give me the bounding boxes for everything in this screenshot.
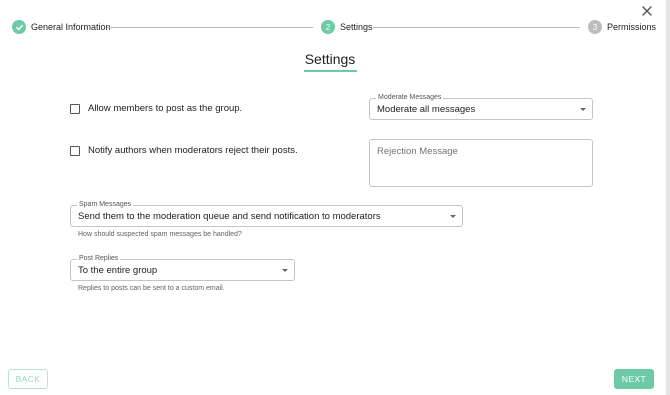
step-general-information[interactable]: General Information [12,20,111,34]
post-replies-select[interactable]: Post Replies To the entire group [70,255,295,281]
dropdown-arrow-icon [450,215,456,218]
rejection-message-placeholder: Rejection Message [377,146,458,157]
step-settings[interactable]: 2 Settings [321,20,373,34]
dropdown-arrow-icon [580,108,586,111]
step-number-badge: 2 [321,20,335,34]
notify-authors-label: Notify authors when moderators reject th… [88,145,298,156]
step-completed-circle [12,20,26,34]
notify-authors-checkbox[interactable] [70,145,80,156]
step-permissions[interactable]: 3 Permissions [588,20,656,34]
back-button[interactable]: BACK [8,369,48,389]
step-label: General Information [31,22,111,32]
moderate-messages-label: Moderate Messages [376,94,444,102]
stepper: General Information 2 Settings 3 Permiss… [0,0,660,54]
spam-messages-helper: How should suspected spam messages be ha… [78,231,242,238]
step-connector [107,27,313,28]
title-underline [304,70,357,72]
post-replies-value: To the entire group [78,265,158,276]
spam-messages-value: Send them to the moderation queue and se… [78,211,381,222]
step-connector [373,27,580,28]
step-number-badge: 3 [588,20,602,34]
check-icon [15,24,23,30]
post-replies-label: Post Replies [77,255,121,263]
moderate-messages-select[interactable]: Moderate Messages Moderate all messages [369,94,593,120]
moderate-messages-value: Moderate all messages [377,104,476,115]
page-title: Settings [304,51,356,67]
post-replies-helper: Replies to posts can be sent to a custom… [78,285,225,292]
step-label: Settings [340,22,373,32]
spam-messages-label: Spam Messages [77,201,134,209]
allow-post-as-group-option[interactable]: Allow members to post as the group. [70,103,242,114]
notify-authors-option[interactable]: Notify authors when moderators reject th… [70,145,298,156]
step-label: Permissions [607,22,657,32]
allow-post-as-group-checkbox[interactable] [70,103,80,114]
scrollbar[interactable] [666,0,670,395]
allow-post-as-group-label: Allow members to post as the group. [88,103,243,114]
rejection-message-field[interactable]: Rejection Message [369,139,593,187]
dropdown-arrow-icon [282,269,288,272]
spam-messages-select[interactable]: Spam Messages Send them to the moderatio… [70,201,463,227]
next-button[interactable]: NEXT [614,369,654,389]
